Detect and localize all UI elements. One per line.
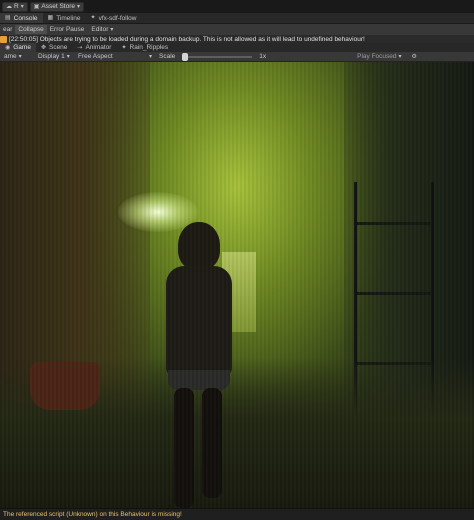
status-bar[interactable]: The referenced script (Unknown) on this … [0, 508, 474, 520]
tab-animator-label: Animator [85, 44, 112, 51]
play-focused-label: Play Focused [357, 53, 397, 60]
tab-scene[interactable]: ✥ Scene [36, 43, 72, 52]
tab-rain-ripples-label: Rain_Ripples [129, 44, 169, 51]
console-icon: ▤ [5, 15, 11, 21]
chevron-down-icon: ▾ [110, 26, 114, 33]
tab-game[interactable]: ◉ Game [0, 43, 36, 52]
tab-console-label: Console [13, 14, 38, 22]
cloud-icon: ☁ [6, 3, 12, 10]
display-dropdown[interactable]: Display 1 ▾ [34, 52, 74, 61]
play-focused-dropdown[interactable]: Play Focused ▾ [353, 52, 405, 61]
chevron-down-icon: ▾ [77, 3, 81, 10]
gear-icon[interactable]: ⚙ [412, 54, 417, 60]
clear-button[interactable]: ear [0, 25, 15, 34]
view-tabs: ◉ Game ✥ Scene ⇢ Animator ✦ Rain_Ripples [0, 43, 474, 52]
tab-console[interactable]: ▤ Console [0, 13, 43, 23]
top-bar: ☁ R ▾ ▣ Asset Store ▾ [0, 0, 474, 13]
tab-timeline-label: Timeline [56, 14, 81, 22]
scale-slider-handle[interactable] [182, 52, 189, 61]
game-toolbar: ame ▾ Display 1 ▾ Free Aspect ▾ Scale 1x… [0, 52, 474, 62]
warning-icon [0, 35, 7, 43]
account-badge: R [14, 3, 19, 10]
scene-icon: ✥ [40, 44, 46, 51]
tab-vfx-sdf-follow[interactable]: ✦ vfx-sdf-follow [86, 13, 142, 23]
upper-panel-tabs: ▤ Console ▦ Timeline ✦ vfx-sdf-follow [0, 13, 474, 24]
game-icon: ◉ [5, 44, 11, 51]
film-grain-overlay [0, 62, 474, 508]
account-dropdown[interactable]: ☁ R ▾ [2, 1, 28, 12]
tab-scene-label: Scene [48, 44, 68, 51]
scale-label: Scale [159, 53, 176, 60]
animator-icon: ⇢ [77, 44, 83, 51]
error-pause-toggle[interactable]: Error Pause [47, 25, 88, 34]
asset-store-label: Asset Store [41, 3, 75, 10]
game-mode-dropdown[interactable]: ame ▾ [0, 52, 34, 61]
asset-store-button[interactable]: ▣ Asset Store ▾ [29, 1, 85, 12]
game-view[interactable] [0, 62, 474, 508]
editor-dropdown[interactable]: Editor ▾ [87, 25, 117, 34]
console-toolbar: ear Collapse Error Pause Editor ▾ [0, 24, 474, 35]
scale-value: 1x [259, 53, 267, 60]
tab-animator[interactable]: ⇢ Animator [72, 43, 116, 52]
tab-timeline[interactable]: ▦ Timeline [43, 13, 86, 23]
store-icon: ▣ [33, 3, 40, 10]
chevron-down-icon: ▾ [398, 53, 402, 60]
console-message-row[interactable]: [22:50:05] Objects are trying to be load… [0, 35, 474, 43]
aspect-dropdown[interactable]: Free Aspect ▾ [74, 52, 156, 61]
display-label: Display 1 [38, 53, 65, 60]
scale-slider[interactable] [182, 52, 253, 61]
status-message: The referenced script (Unknown) on this … [3, 511, 182, 518]
collapse-toggle[interactable]: Collapse [15, 25, 47, 34]
console-message-text: [22:50:05] Objects are trying to be load… [9, 35, 365, 43]
tab-game-label: Game [13, 44, 31, 51]
tab-vfx-label: vfx-sdf-follow [98, 14, 137, 22]
game-mode-label: ame [4, 53, 17, 60]
tab-rain-ripples[interactable]: ✦ Rain_Ripples [116, 43, 173, 52]
chevron-down-icon: ▾ [66, 53, 70, 60]
timeline-icon: ▦ [47, 15, 54, 21]
chevron-down-icon: ▾ [20, 3, 24, 10]
editor-dropdown-label: Editor [91, 26, 109, 33]
chevron-down-icon: ▾ [148, 53, 152, 60]
aspect-label: Free Aspect [78, 53, 113, 60]
vfx-graph-icon: ✦ [121, 44, 127, 51]
chevron-down-icon: ▾ [18, 53, 22, 60]
vfx-graph-icon: ✦ [90, 15, 96, 21]
